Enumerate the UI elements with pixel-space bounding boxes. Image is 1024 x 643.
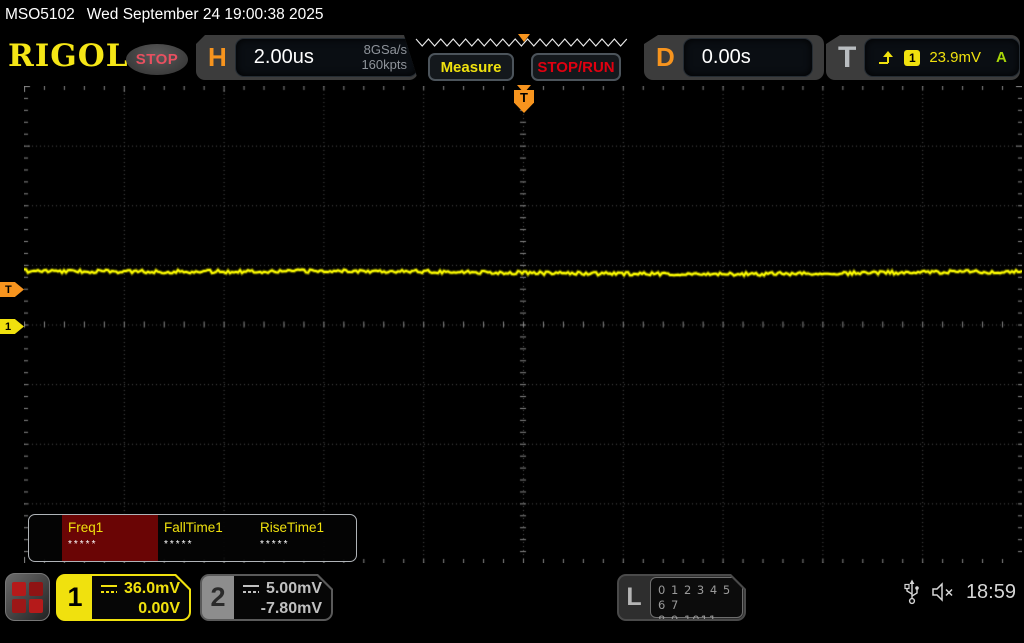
- measurement-item-risetime1[interactable]: RiseTime1 *****: [254, 515, 350, 561]
- delay-label: D: [656, 42, 675, 72]
- model-name: MSO5102: [5, 6, 75, 23]
- trigger-level-marker[interactable]: T: [0, 282, 24, 297]
- measurement-item-freq1[interactable]: Freq1 *****: [62, 515, 158, 561]
- display-area: T T 1 Freq1 ***** FallTime1 ***** RiseTi…: [0, 85, 1024, 565]
- channel1-badge[interactable]: 1 36.0mV 0.00V: [56, 574, 191, 621]
- measurement-name: FallTime1: [164, 520, 223, 535]
- sample-rate-memdepth: 8GSa/s 160kpts: [361, 43, 407, 73]
- usb-icon: [904, 579, 919, 605]
- status-bar: MSO5102 Wed September 24 19:00:38 2025: [0, 0, 1024, 30]
- delay-badge[interactable]: D 0.00s: [644, 35, 824, 80]
- memory-depth: 160kpts: [361, 56, 407, 72]
- header-bar: RIGOL STOP H 2.00us 8GSa/s 160kpts Measu…: [0, 30, 1024, 85]
- measurement-item-falltime1[interactable]: FallTime1 *****: [158, 515, 254, 561]
- delay-value[interactable]: 0.00s: [702, 46, 812, 69]
- dc-coupling-icon: [99, 583, 119, 595]
- trigger-source-chip[interactable]: 1: [904, 49, 921, 66]
- waveform-preview-strip[interactable]: [410, 31, 638, 52]
- trigger-badge[interactable]: T 1 23.9mV A: [826, 35, 1020, 80]
- dc-coupling-icon: [241, 583, 261, 595]
- rigol-logo: RIGOL: [8, 38, 129, 74]
- measurement-value: *****: [260, 539, 290, 550]
- function-menu-button[interactable]: [5, 573, 50, 621]
- graticule-waveform-canvas: [24, 86, 1022, 563]
- channel2-scale: 5.00mV: [265, 580, 322, 597]
- channel2-number[interactable]: 2: [202, 576, 234, 619]
- horizontal-settings-badge[interactable]: H 2.00us 8GSa/s 160kpts: [196, 35, 418, 80]
- measurement-value: *****: [164, 539, 194, 550]
- rising-edge-trigger-icon: [879, 50, 894, 64]
- channel1-number[interactable]: 1: [58, 576, 92, 619]
- channel1-scale: 36.0mV: [123, 580, 180, 597]
- stop-run-button[interactable]: STOP/RUN: [531, 53, 621, 81]
- trigger-level-value[interactable]: 23.9mV: [929, 49, 981, 66]
- horizontal-label: H: [208, 42, 227, 72]
- timebase-value[interactable]: 2.00us: [254, 46, 362, 69]
- channel1-offset-marker[interactable]: 1: [0, 319, 24, 334]
- logic-channels-row2: 8 9 1011 12131415: [658, 613, 725, 642]
- channel2-badge[interactable]: 2 5.00mV -7.80mV: [200, 574, 333, 621]
- measure-button[interactable]: Measure: [428, 53, 514, 81]
- channel2-offset: -7.80mV: [260, 600, 322, 617]
- logic-channels-row1: 0 1 2 3 4 5 6 7: [658, 583, 732, 612]
- measurement-name: Freq1: [68, 520, 104, 535]
- acquisition-state-badge: STOP: [126, 44, 188, 75]
- measurement-value: *****: [68, 539, 98, 550]
- channel1-offset: 0.00V: [138, 600, 180, 617]
- measurement-name: RiseTime1: [260, 520, 325, 535]
- sample-rate: 8GSa/s: [363, 41, 407, 57]
- trigger-label: T: [838, 40, 857, 74]
- system-clock: 18:59: [965, 580, 1016, 603]
- bottom-bar: 1 36.0mV 0.00V 2 5.00mV -7.80mV L 0 1 2 …: [0, 565, 1024, 630]
- preview-trigger-marker-icon[interactable]: [518, 34, 530, 42]
- logic-analyzer-badge[interactable]: L 0 1 2 3 4 5 6 7 8 9 1011 12131415: [617, 574, 746, 621]
- measurement-results-panel: Freq1 ***** FallTime1 ***** RiseTime1 **…: [28, 514, 357, 562]
- datetime: Wed September 24 19:00:38 2025: [86, 6, 324, 23]
- speaker-muted-icon[interactable]: [930, 581, 956, 603]
- trigger-sweep-mode: A: [996, 49, 1007, 66]
- logic-label: L: [626, 583, 642, 611]
- logic-channel-list: 0 1 2 3 4 5 6 7 8 9 1011 12131415: [650, 577, 743, 618]
